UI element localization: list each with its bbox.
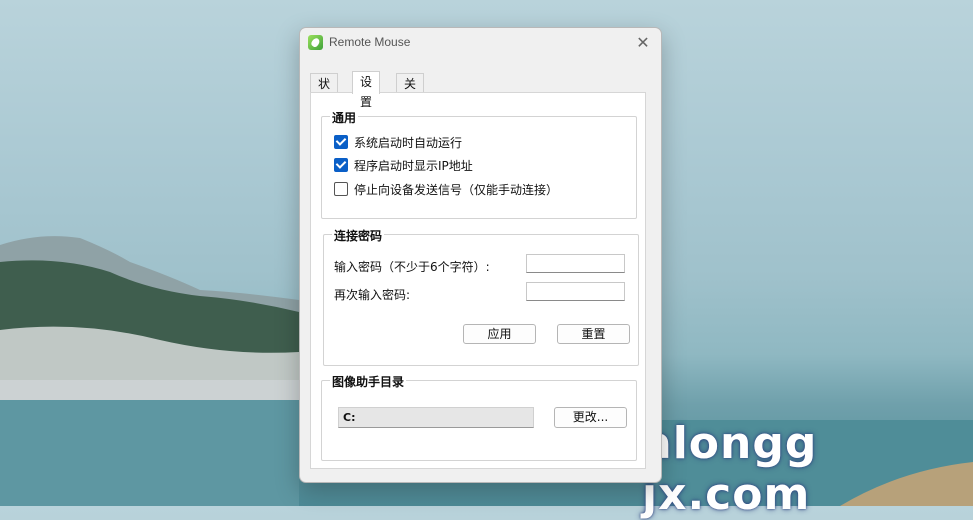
- autostart-label: 系统启动时自动运行: [354, 136, 463, 150]
- password-label: 输入密码（不少于6个字符）:: [334, 260, 490, 274]
- general-group: 通用 系统启动时自动运行 程序启动时显示IP地址 停止向设备发送信号（仅能手动连…: [321, 109, 637, 219]
- tab-settings[interactable]: 设置: [352, 71, 381, 109]
- image-dir-group: 图像助手目录 C: 更改...: [321, 373, 637, 461]
- apply-button[interactable]: 应用: [463, 324, 536, 344]
- stop-signal-checkbox[interactable]: [334, 182, 348, 196]
- change-dir-button[interactable]: 更改...: [554, 407, 627, 428]
- show-ip-label: 程序启动时显示IP地址: [354, 159, 473, 173]
- option-show-ip[interactable]: 程序启动时显示IP地址: [334, 157, 473, 175]
- tab-status[interactable]: 状态: [310, 73, 339, 111]
- password-group: 连接密码 输入密码（不少于6个字符）: 再次输入密码: 应用 重置: [323, 227, 639, 366]
- stop-signal-label: 停止向设备发送信号（仅能手动连接）: [354, 183, 559, 197]
- image-dir-group-title: 图像助手目录: [330, 373, 407, 390]
- password-input[interactable]: [526, 254, 625, 273]
- option-autostart[interactable]: 系统启动时自动运行: [334, 134, 462, 152]
- confirm-password-input[interactable]: [526, 282, 625, 301]
- settings-panel: 通用 系统启动时自动运行 程序启动时显示IP地址 停止向设备发送信号（仅能手动连…: [310, 92, 646, 469]
- confirm-password-label: 再次输入密码:: [334, 288, 411, 302]
- remote-mouse-app-icon: [308, 35, 323, 50]
- general-group-title: 通用: [330, 109, 359, 126]
- show-ip-checkbox[interactable]: [334, 158, 348, 172]
- remote-mouse-window: Remote Mouse ✕ 状态 设置 关于 通用 系统启动时自动运行 程序启…: [299, 27, 662, 483]
- image-dir-path: C:: [338, 407, 534, 428]
- option-stop-signal[interactable]: 停止向设备发送信号（仅能手动连接）: [334, 181, 558, 199]
- tab-about[interactable]: 关于: [396, 73, 425, 111]
- watermark-text: alongg jx.com: [642, 418, 818, 520]
- close-button[interactable]: ✕: [633, 33, 653, 53]
- title-bar[interactable]: Remote Mouse ✕: [300, 28, 661, 58]
- autostart-checkbox[interactable]: [334, 135, 348, 149]
- reset-button[interactable]: 重置: [557, 324, 630, 344]
- password-group-title: 连接密码: [332, 227, 385, 244]
- window-title: Remote Mouse: [329, 35, 411, 49]
